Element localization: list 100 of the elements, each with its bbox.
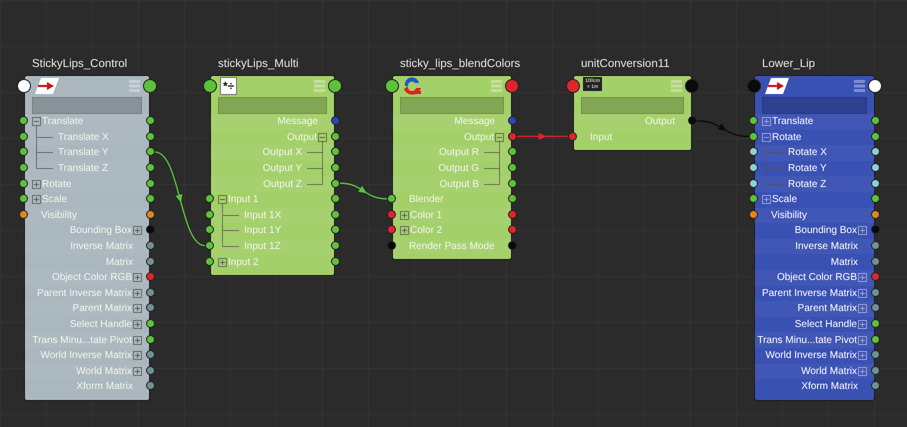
- port-dot[interactable]: [146, 225, 155, 234]
- port-dot[interactable]: [749, 210, 758, 219]
- port-dot[interactable]: [205, 241, 214, 250]
- expand-icon[interactable]: [400, 226, 409, 236]
- port-dot[interactable]: [749, 178, 758, 188]
- port-dot[interactable]: [328, 79, 342, 93]
- expand-icon[interactable]: [858, 351, 867, 360]
- port-dot[interactable]: [19, 210, 28, 219]
- port-dot[interactable]: [871, 319, 880, 328]
- port-dot[interactable]: [566, 79, 580, 93]
- expand-icon[interactable]: [133, 304, 142, 314]
- expand-icon[interactable]: [858, 320, 867, 330]
- port-dot[interactable]: [749, 194, 758, 204]
- expand-icon[interactable]: [133, 366, 142, 376]
- node-card[interactable]: [24, 75, 150, 401]
- name-field[interactable]: [762, 97, 867, 114]
- collapse-icon[interactable]: [762, 132, 771, 142]
- port-dot[interactable]: [19, 132, 28, 141]
- port-dot[interactable]: [387, 225, 396, 234]
- port-dot[interactable]: [146, 381, 155, 390]
- expand-icon[interactable]: [133, 320, 142, 330]
- expand-icon[interactable]: [133, 351, 142, 360]
- port-dot[interactable]: [749, 132, 758, 141]
- port-dot[interactable]: [508, 241, 517, 250]
- name-field[interactable]: [400, 97, 504, 114]
- port-dot[interactable]: [385, 79, 399, 93]
- port-dot[interactable]: [508, 163, 517, 172]
- port-dot[interactable]: [688, 116, 697, 126]
- port-dot[interactable]: [19, 163, 28, 172]
- port-dot[interactable]: [19, 178, 28, 188]
- expand-icon[interactable]: [133, 336, 142, 345]
- port-dot[interactable]: [146, 350, 155, 360]
- port-dot[interactable]: [749, 147, 758, 156]
- port-dot[interactable]: [205, 225, 214, 234]
- port-dot[interactable]: [331, 194, 340, 204]
- expand-icon[interactable]: [858, 288, 867, 298]
- port-dot[interactable]: [143, 79, 157, 93]
- port-dot[interactable]: [146, 116, 155, 126]
- collapse-icon[interactable]: [32, 117, 41, 126]
- port-dot[interactable]: [205, 256, 214, 266]
- port-dot[interactable]: [747, 79, 761, 93]
- port-dot[interactable]: [871, 241, 880, 250]
- port-dot[interactable]: [871, 163, 880, 172]
- port-dot[interactable]: [568, 132, 577, 141]
- port-dot[interactable]: [749, 116, 758, 126]
- port-dot[interactable]: [871, 194, 880, 204]
- expand-icon[interactable]: [762, 195, 771, 204]
- expand-icon[interactable]: [858, 273, 867, 282]
- port-dot[interactable]: [331, 116, 340, 126]
- expand-icon[interactable]: [218, 258, 227, 267]
- port-dot[interactable]: [871, 303, 880, 312]
- node-card[interactable]: [210, 75, 335, 276]
- port-dot[interactable]: [508, 194, 517, 204]
- port-dot[interactable]: [146, 194, 155, 204]
- port-dot[interactable]: [505, 79, 519, 93]
- port-dot[interactable]: [146, 147, 155, 156]
- port-dot[interactable]: [871, 147, 880, 156]
- expand-icon[interactable]: [32, 195, 41, 204]
- expand-icon[interactable]: [858, 366, 867, 376]
- port-dot[interactable]: [146, 272, 155, 282]
- name-field[interactable]: [218, 97, 327, 114]
- port-dot[interactable]: [146, 163, 155, 172]
- node-card[interactable]: [392, 75, 512, 260]
- port-dot[interactable]: [17, 79, 31, 93]
- node-card[interactable]: [754, 75, 875, 401]
- expand-icon[interactable]: [32, 180, 41, 189]
- port-dot[interactable]: [508, 147, 517, 156]
- port-dot[interactable]: [871, 381, 880, 390]
- name-field[interactable]: [581, 97, 684, 114]
- port-dot[interactable]: [749, 163, 758, 172]
- expand-icon[interactable]: [133, 288, 142, 298]
- port-dot[interactable]: [331, 241, 340, 250]
- collapse-icon[interactable]: [495, 132, 504, 142]
- expand-icon[interactable]: [858, 226, 867, 236]
- port-dot[interactable]: [205, 194, 214, 204]
- port-dot[interactable]: [146, 319, 155, 328]
- node-card[interactable]: [573, 75, 692, 152]
- expand-icon[interactable]: [133, 273, 142, 282]
- port-dot[interactable]: [146, 241, 155, 250]
- port-dot[interactable]: [19, 194, 28, 204]
- port-dot[interactable]: [205, 210, 214, 219]
- port-dot[interactable]: [871, 350, 880, 360]
- port-dot[interactable]: [203, 79, 217, 93]
- collapse-icon[interactable]: [318, 132, 327, 142]
- expand-icon[interactable]: [400, 210, 409, 220]
- port-dot[interactable]: [871, 225, 880, 234]
- port-dot[interactable]: [871, 116, 880, 126]
- port-dot[interactable]: [508, 116, 517, 126]
- expand-icon[interactable]: [858, 304, 867, 314]
- port-dot[interactable]: [146, 303, 155, 312]
- port-dot[interactable]: [868, 79, 882, 93]
- port-dot[interactable]: [19, 147, 28, 156]
- port-dot[interactable]: [387, 210, 396, 219]
- port-dot[interactable]: [685, 79, 699, 93]
- port-dot[interactable]: [19, 116, 28, 126]
- port-dot[interactable]: [331, 163, 340, 172]
- port-dot[interactable]: [387, 241, 396, 250]
- port-dot[interactable]: [871, 272, 880, 282]
- collapse-icon[interactable]: [218, 195, 227, 204]
- port-dot[interactable]: [331, 147, 340, 156]
